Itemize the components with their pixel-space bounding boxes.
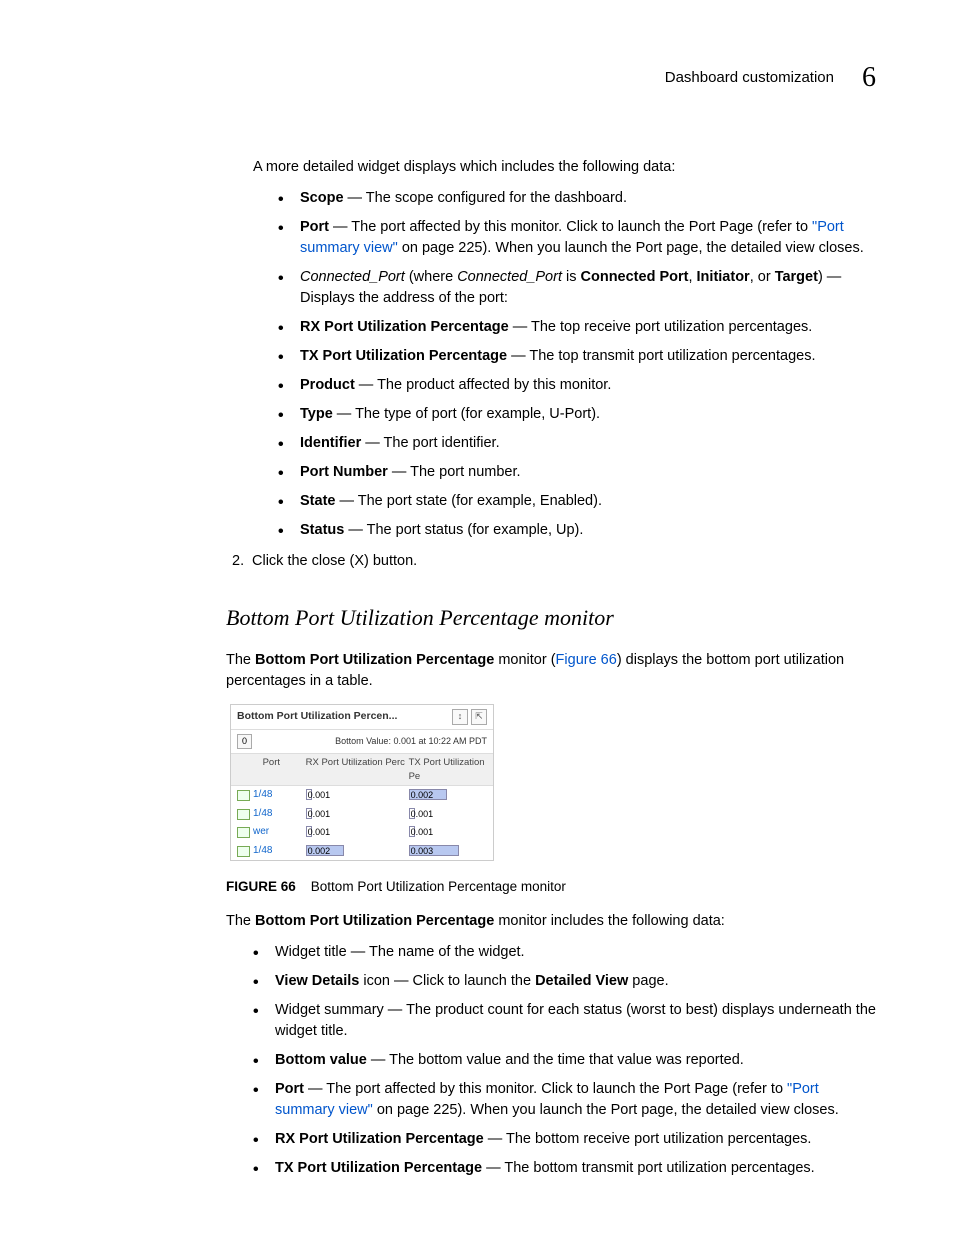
list-item: View Details icon — Click to launch the …	[253, 971, 876, 992]
table-row: 1/48 0.001 0.002	[231, 786, 493, 805]
refresh-icon[interactable]: ↕	[452, 709, 468, 725]
table-header: Port RX Port Utilization Perc TX Port Ut…	[231, 753, 493, 787]
chapter-number: 6	[862, 58, 876, 99]
header-section: Dashboard customization	[665, 67, 834, 89]
list-item: State — The port state (for example, Ena…	[278, 491, 876, 512]
list-item: Connected_Port (where Connected_Port is …	[278, 267, 876, 309]
list-item: Port — The port affected by this monitor…	[253, 1079, 876, 1121]
rx-bar: 0.001	[306, 826, 312, 837]
list-item: Type — The type of port (for example, U-…	[278, 404, 876, 425]
table-row: 1/48 0.001 0.001	[231, 805, 493, 824]
figure-caption: FIGURE 66 Bottom Port Utilization Percen…	[226, 877, 876, 897]
list-item: Widget title — The name of the widget.	[253, 942, 876, 963]
rx-bar: 0.001	[306, 808, 312, 819]
table-row: wer 0.001 0.001	[231, 823, 493, 842]
rx-bar: 0.001	[306, 789, 312, 800]
figure-link[interactable]: Figure 66	[556, 652, 617, 668]
list-item: Bottom value — The bottom value and the …	[253, 1050, 876, 1071]
bottom-value-text: Bottom Value: 0.001 at 10:22 AM PDT	[335, 735, 487, 748]
list-item: Port — The port affected by this monitor…	[278, 217, 876, 259]
detail-list-1: Scope — The scope configured for the das…	[78, 188, 876, 541]
tx-bar: 0.003	[409, 845, 459, 856]
list-item: TX Port Utilization Percentage — The bot…	[253, 1158, 876, 1179]
intro-paragraph: A more detailed widget displays which in…	[78, 157, 876, 178]
switch-icon	[237, 846, 250, 857]
list-item: Product — The product affected by this m…	[278, 375, 876, 396]
step-2: 2.Click the close (X) button.	[78, 551, 876, 572]
tx-bar: 0.001	[409, 826, 415, 837]
list-item: TX Port Utilization Percentage — The top…	[278, 346, 876, 367]
list-item: Port Number — The port number.	[278, 462, 876, 483]
list-item: RX Port Utilization Percentage — The top…	[278, 317, 876, 338]
tx-bar: 0.002	[409, 789, 447, 800]
port-link[interactable]: 1/48	[253, 844, 272, 859]
list-item: Widget summary — The product count for e…	[253, 1000, 876, 1042]
detail-list-2: Widget title — The name of the widget. V…	[78, 942, 876, 1179]
switch-icon	[237, 809, 250, 820]
section-heading: Bottom Port Utilization Percentage monit…	[78, 602, 876, 634]
page-header: Dashboard customization 6	[78, 58, 876, 99]
list-item: RX Port Utilization Percentage — The bot…	[253, 1129, 876, 1150]
widget-screenshot: Bottom Port Utilization Percen... ↕ ⇱ 0 …	[230, 704, 494, 862]
popout-icon[interactable]: ⇱	[471, 709, 487, 725]
switch-icon	[237, 790, 250, 801]
list-item: Identifier — The port identifier.	[278, 433, 876, 454]
rx-bar: 0.002	[306, 845, 344, 856]
section-para-2: The Bottom Port Utilization Percentage m…	[78, 911, 876, 932]
table-row: 1/48 0.002 0.003	[231, 842, 493, 861]
port-link[interactable]: 1/48	[253, 788, 272, 803]
list-item: Scope — The scope configured for the das…	[278, 188, 876, 209]
port-link[interactable]: 1/48	[253, 807, 272, 822]
switch-icon	[237, 827, 250, 838]
port-link[interactable]: wer	[253, 825, 269, 840]
widget-title: Bottom Port Utilization Percen...	[237, 709, 397, 724]
section-para: The Bottom Port Utilization Percentage m…	[78, 650, 876, 692]
count-badge: 0	[237, 734, 252, 749]
list-item: Status — The port status (for example, U…	[278, 520, 876, 541]
tx-bar: 0.001	[409, 808, 415, 819]
